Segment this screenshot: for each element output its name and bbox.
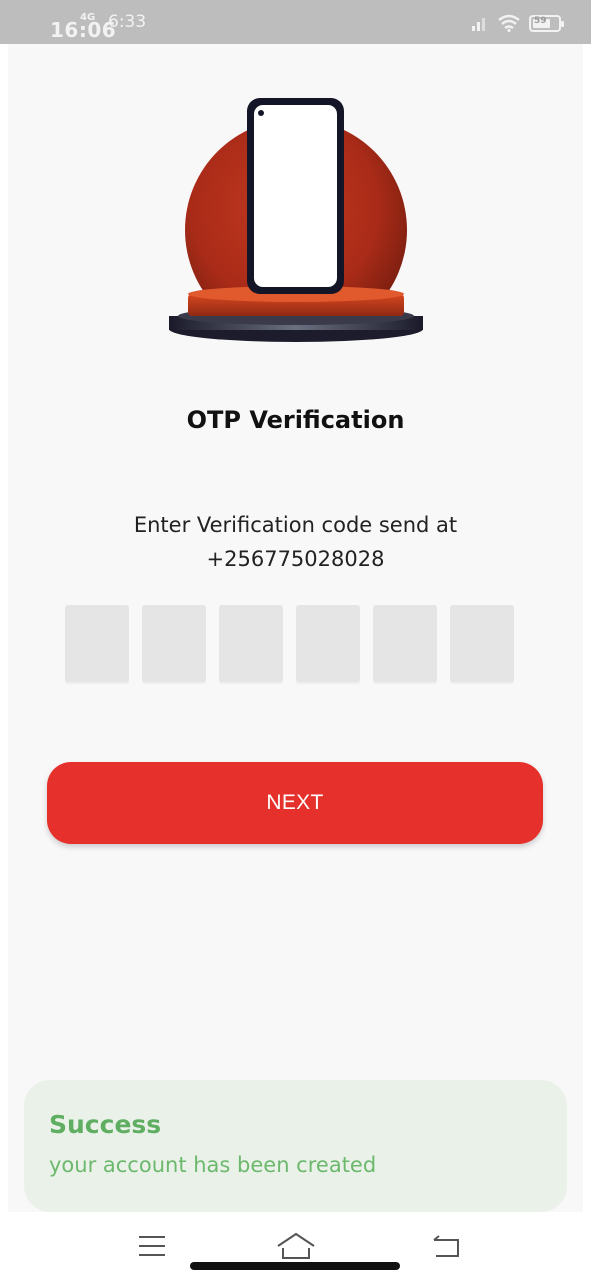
otp-digit-5[interactable] [373,605,437,684]
otp-input-group [65,605,514,684]
success-toast: Success your account has been created [24,1080,567,1212]
otp-digit-2[interactable] [142,605,206,684]
phone-podium-illustration [169,98,423,342]
status-secondary-time: 6:33 [108,12,147,32]
battery-level: 59 [534,15,547,26]
otp-digit-4[interactable] [296,605,360,684]
otp-digit-3[interactable] [219,605,283,684]
instruction-line: Enter Verification code send at [133,513,458,537]
otp-digit-1[interactable] [65,605,129,684]
otp-screen: OTP Verification Enter Verification code… [8,44,583,1212]
menu-icon[interactable] [138,1234,166,1258]
status-icons: 59 [471,14,564,32]
network-type: 4G [80,12,96,23]
toast-title: Success [49,1110,162,1139]
screen: 16:06 4G 6:33 59 OTP Verification Enter … [0,0,591,1280]
instruction-text: Enter Verification code send at +2567750… [8,508,583,576]
signal-icon [472,18,485,31]
next-button[interactable]: NEXT [47,762,543,844]
page-title: OTP Verification [186,406,405,434]
home-icon[interactable] [276,1232,316,1260]
status-bar: 16:06 4G 6:33 59 [0,0,591,44]
otp-digit-6[interactable] [450,605,514,684]
battery-icon: 59 [529,14,564,32]
back-icon[interactable] [431,1234,461,1260]
phone-number: +256775028028 [206,547,385,571]
home-indicator[interactable] [190,1262,400,1270]
wifi-icon [498,14,520,32]
toast-message: your account has been created [49,1153,377,1177]
